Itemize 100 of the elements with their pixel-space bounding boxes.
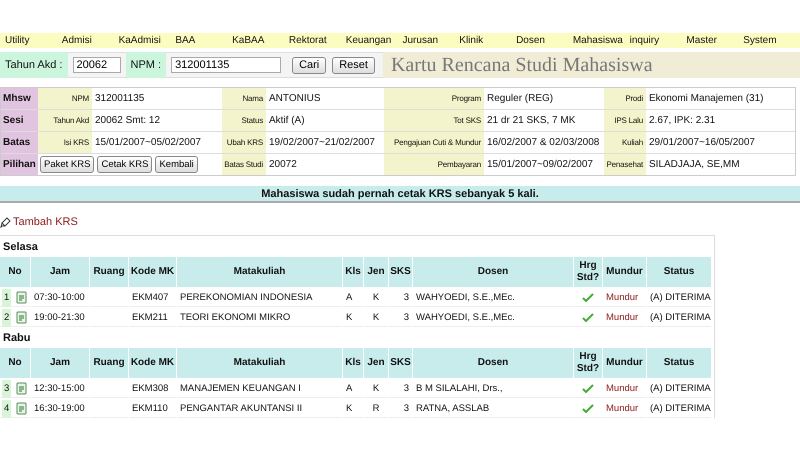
- field-value: SILADJAJA, SE,MM: [646, 154, 795, 175]
- row-label: Mhsw: [1, 88, 38, 109]
- field-label: Program: [384, 88, 484, 109]
- table-cell: 3: [404, 312, 409, 323]
- field-value: Aktif (A): [266, 110, 384, 131]
- table-cell: 3: [404, 292, 409, 303]
- column-header: Ruang: [90, 348, 128, 378]
- row-number: 2: [2, 308, 12, 326]
- field-label: Tot SKS: [384, 110, 484, 131]
- column-header: No: [0, 257, 30, 287]
- menu-item[interactable]: Jurusan: [402, 35, 460, 46]
- column-header: Ruang: [90, 257, 128, 287]
- menu-item[interactable]: Klinik: [459, 35, 516, 46]
- button[interactable]: Kembali: [155, 156, 198, 173]
- table-cell: WAHYOEDI, S.E.,MEc.: [416, 292, 515, 303]
- column-header: Kode MK: [129, 348, 176, 378]
- column-header: Dosen: [413, 348, 573, 378]
- day-heading: Selasa: [2, 240, 39, 255]
- table-cell: 19:00-21:30: [34, 312, 85, 323]
- column-header: Jen: [364, 348, 388, 378]
- button[interactable]: Paket KRS: [40, 156, 94, 173]
- field-label: Isi KRS: [38, 132, 92, 153]
- menu-item[interactable]: KaBAA: [232, 35, 289, 46]
- table-cell: 12:30-15:00: [34, 383, 85, 394]
- row-number: 3: [2, 380, 12, 398]
- withdraw-link[interactable]: Mundur: [606, 383, 638, 394]
- field-value: 2.67, IPK: 2.31: [646, 110, 795, 131]
- field-label: IPS Lalu: [604, 110, 646, 131]
- menu-item[interactable]: Rektorat: [288, 35, 346, 46]
- column-header: Hrg Std?: [574, 348, 602, 378]
- row-label: Sesi: [1, 110, 38, 131]
- field-value: 15/01/2007~09/02/2007: [484, 154, 604, 175]
- field-value: 21 dr 21 SKS, 7 MK: [484, 110, 604, 131]
- table-cell: K: [372, 292, 380, 303]
- field-label: Prodi: [604, 88, 646, 109]
- table-cell: 07:30-10:00: [34, 292, 85, 303]
- document-icon[interactable]: [15, 382, 28, 395]
- column-header: No: [0, 348, 30, 378]
- field-label: Tahun Akd: [38, 110, 92, 131]
- button[interactable]: Cetak KRS: [97, 156, 152, 173]
- table-cell: R: [372, 403, 380, 414]
- menu-item[interactable]: Dosen: [516, 35, 573, 46]
- table-cell: A: [346, 383, 352, 394]
- column-header: Matakuliah: [177, 257, 342, 287]
- menu-item[interactable]: Keuangan: [346, 35, 402, 46]
- table-cell: EKM211: [132, 312, 168, 323]
- field-value: 312001135: [92, 88, 222, 109]
- field-value: 15/01/2007~05/02/2007: [92, 132, 222, 153]
- message-bar: Mahasiswa sudah pernah cetak KRS sebanyak 5 kali.: [0, 186, 800, 203]
- table-cell: 3: [404, 383, 409, 394]
- table-cell: 3: [404, 403, 409, 414]
- menu-item[interactable]: Mahasiswa: [572, 35, 630, 46]
- button[interactable]: Cari: [292, 56, 326, 74]
- table-cell: (A) DITERIMA: [650, 312, 711, 323]
- document-icon[interactable]: [15, 311, 28, 324]
- column-header: Jam: [31, 348, 89, 378]
- column-header: Mundur: [603, 348, 646, 378]
- column-header: Kls: [343, 348, 363, 378]
- menu-item[interactable]: System: [743, 35, 800, 46]
- document-icon[interactable]: [15, 291, 28, 304]
- table-cell: (A) DITERIMA: [650, 292, 711, 303]
- menu-item[interactable]: Master: [686, 35, 744, 46]
- button[interactable]: Reset: [332, 56, 375, 74]
- column-header: Matakuliah: [177, 348, 342, 378]
- field-value: 20062 Smt: 12: [92, 110, 222, 131]
- field-label: Kuliah: [604, 132, 646, 153]
- withdraw-link[interactable]: Mundur: [606, 403, 638, 414]
- table-cell: WAHYOEDI, S.E.,MEc.: [416, 312, 515, 323]
- table-cell: EKM308: [132, 383, 168, 394]
- add-link[interactable]: Tambah KRS: [13, 216, 78, 228]
- row-number: 1: [2, 288, 12, 306]
- input-field[interactable]: 20062: [72, 57, 120, 73]
- withdraw-link[interactable]: Mundur: [606, 292, 638, 303]
- column-header: Dosen: [413, 257, 573, 287]
- column-header: Mundur: [603, 257, 646, 287]
- page-title: Kartu Rencana Studi Mahasiswa: [382, 52, 800, 78]
- table-cell: EKM110: [132, 403, 168, 414]
- withdraw-link[interactable]: Mundur: [606, 312, 638, 323]
- row-label: Batas: [1, 132, 38, 153]
- menu-item[interactable]: Utility: [5, 35, 62, 46]
- field-label: Pengajuan Cuti & Mundur: [384, 132, 484, 153]
- document-icon[interactable]: [15, 402, 28, 415]
- pencil-icon: [0, 216, 11, 228]
- menu-item[interactable]: inquiry: [630, 35, 686, 46]
- row-label: Pilihan: [1, 154, 38, 175]
- table-cell: K: [372, 312, 380, 323]
- column-header: Jam: [31, 257, 89, 287]
- menu-item[interactable]: Admisi: [62, 35, 119, 46]
- table-cell: RATNA, ASSLAB: [416, 403, 490, 414]
- column-header: SKS: [389, 348, 412, 378]
- column-header: SKS: [389, 257, 412, 287]
- table-cell: TEORI EKONOMI MIKRO: [180, 312, 290, 323]
- field-value: 29/01/2007~16/05/2007: [646, 132, 795, 153]
- column-header: Kode MK: [129, 257, 176, 287]
- table-cell: 16:30-19:00: [34, 403, 85, 414]
- input-field[interactable]: 312001135: [171, 57, 282, 73]
- menu-item[interactable]: KaAdmisi: [118, 35, 176, 46]
- menu-item[interactable]: BAA: [175, 35, 232, 46]
- field-value: 19/02/2007~21/02/2007: [266, 132, 384, 153]
- field-value: ANTONIUS: [266, 88, 384, 109]
